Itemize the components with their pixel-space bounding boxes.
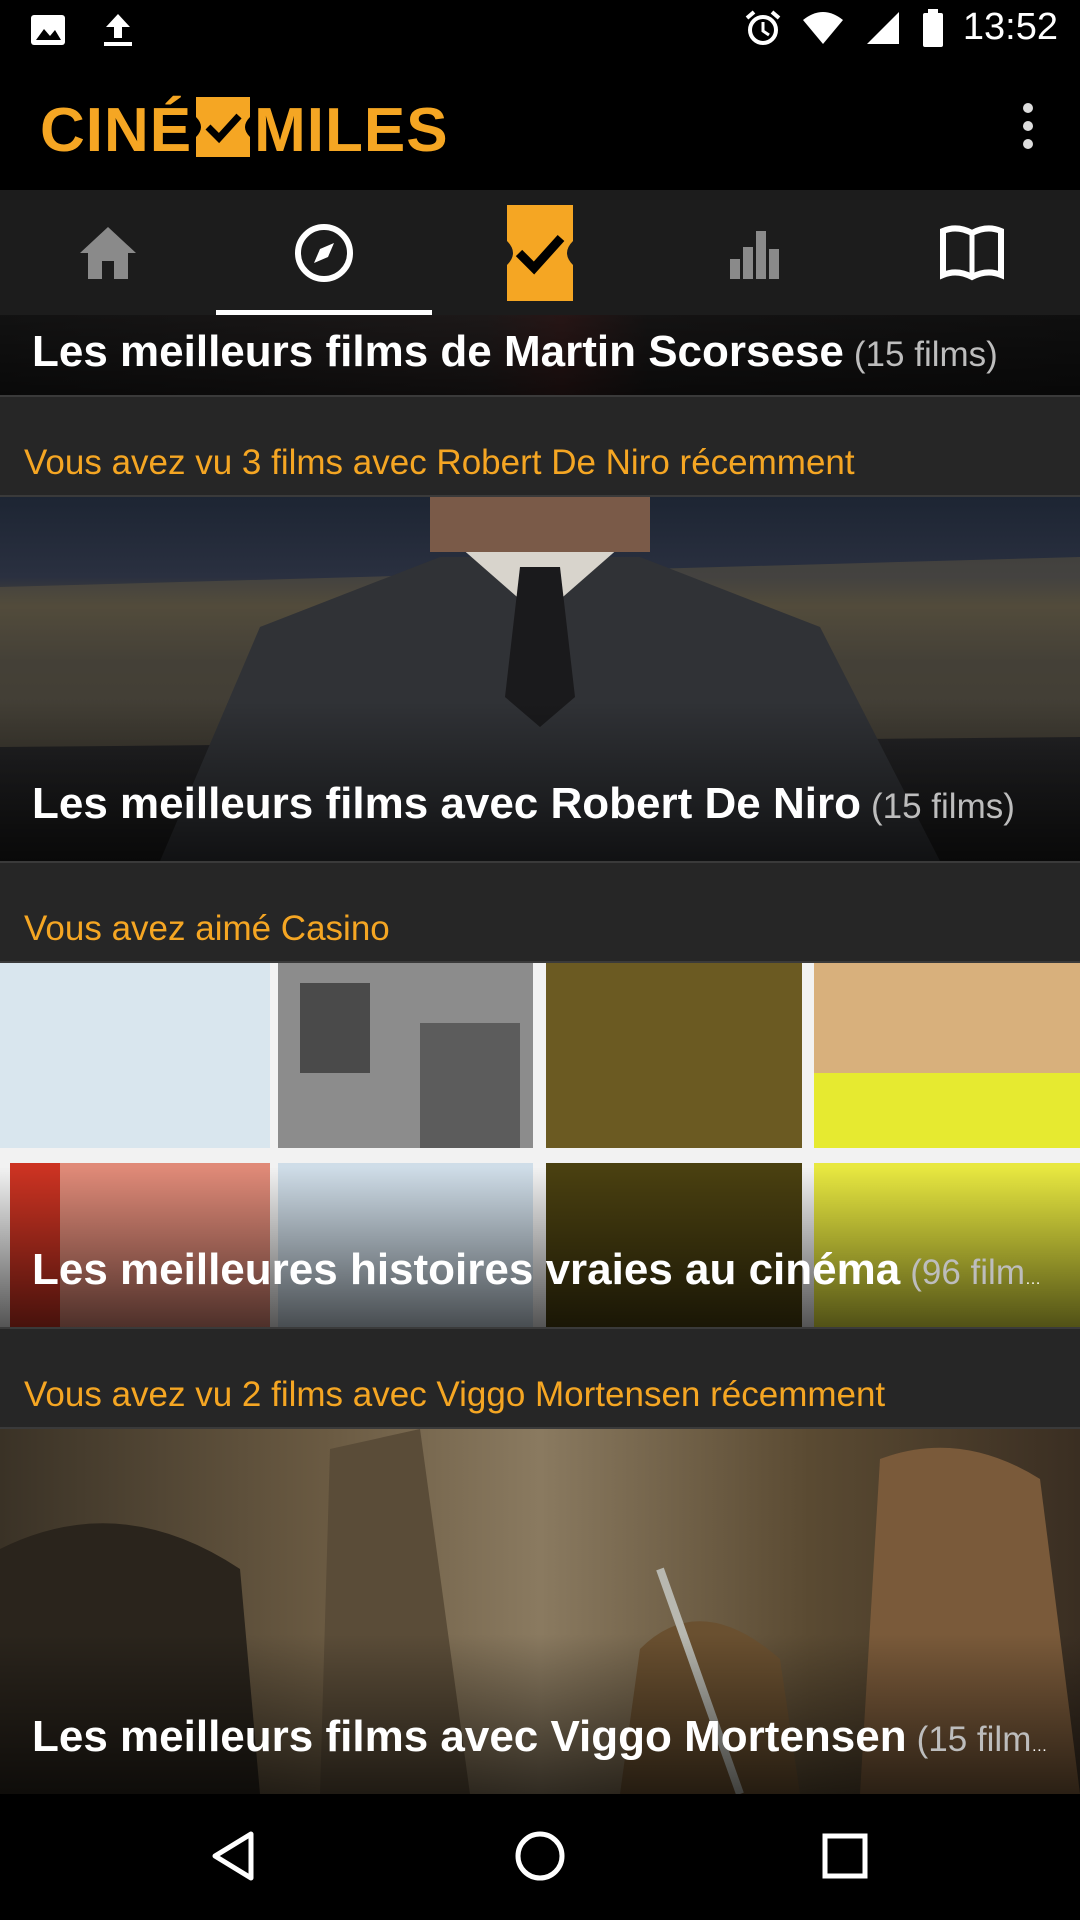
card-title: Les meilleurs films de Martin Scorsese — [32, 327, 844, 376]
ticket-logo-icon — [196, 97, 251, 157]
overflow-menu-button[interactable] — [1016, 103, 1040, 153]
upload-notification-icon — [104, 14, 132, 46]
image-notification-icon — [31, 15, 65, 45]
ticket-icon — [507, 204, 573, 301]
back-icon[interactable] — [205, 1826, 265, 1886]
tab-home[interactable] — [0, 190, 216, 315]
feed-list: Les meilleurs films de Martin Scorsese (1… — [0, 315, 1080, 1794]
card-count: (15 films) — [853, 335, 998, 374]
list-card-mortensen[interactable]: Les meilleurs films avec Viggo Mortensen… — [0, 1429, 1080, 1794]
card-title: Les meilleures histoires vraies au ciném… — [32, 1245, 901, 1294]
tab-tickets[interactable] — [432, 190, 648, 315]
card-count: (15 films) — [870, 787, 1015, 826]
book-icon — [940, 224, 1004, 280]
compass-icon — [295, 223, 353, 282]
section-header: Vous avez aimé Casino — [0, 863, 1080, 963]
home-button-icon[interactable] — [510, 1826, 570, 1886]
wifi-icon — [802, 11, 843, 44]
home-icon — [80, 226, 136, 279]
app-bar: CINÉ MILES — [0, 65, 1080, 190]
status-bar: 13:52 — [0, 0, 1080, 65]
app-logo: CINÉ MILES — [40, 96, 449, 165]
tab-discover[interactable] — [216, 190, 432, 315]
card-title: Les meilleurs films avec Robert De Niro — [32, 779, 861, 828]
recents-icon[interactable] — [815, 1826, 875, 1886]
tab-stats[interactable] — [648, 190, 864, 315]
list-card-de-niro[interactable]: Les meilleurs films avec Robert De Niro(… — [0, 497, 1080, 861]
signal-icon — [866, 11, 899, 44]
alarm-icon — [745, 9, 781, 45]
tab-library[interactable] — [864, 190, 1080, 315]
status-time: 13:52 — [962, 6, 1058, 48]
battery-icon — [922, 8, 943, 47]
bar-chart-icon — [730, 230, 779, 279]
list-card-scorsese[interactable]: Les meilleurs films de Martin Scorsese (1… — [0, 315, 1080, 395]
system-nav-bar — [0, 1794, 1080, 1920]
card-title: Les meilleurs films avec Viggo Mortensen — [32, 1712, 907, 1761]
card-count: (96 films) — [910, 1253, 1054, 1292]
card-count: (15 films) — [916, 1720, 1054, 1759]
section-header: Vous avez vu 3 films avec Robert De Niro… — [0, 397, 1080, 497]
tab-bar — [0, 190, 1080, 315]
section-header: Vous avez vu 2 films avec Viggo Mortense… — [0, 1329, 1080, 1429]
list-card-true-stories[interactable]: Les meilleures histoires vraies au ciném… — [0, 963, 1080, 1327]
